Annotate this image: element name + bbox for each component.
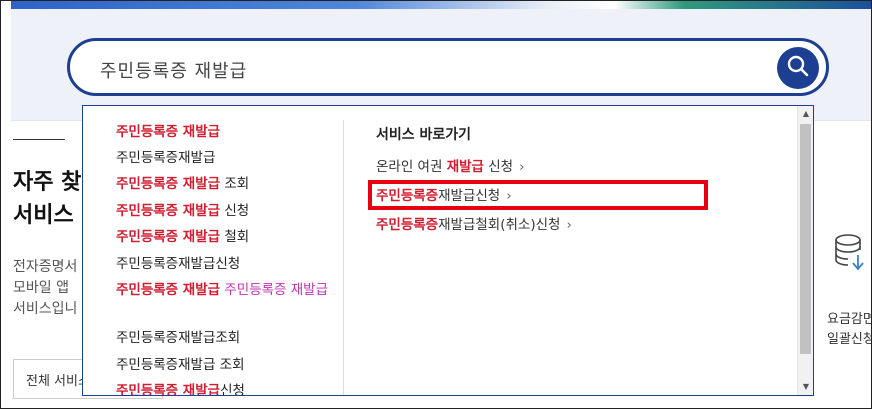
plain-text: 주민등록증재발급신청: [116, 256, 241, 272]
plain-text: 철회: [220, 229, 250, 245]
section-description: 전자증명서 모바일 앱 서비스입니: [13, 257, 81, 320]
highlight-text: 주민등록증 재발급: [116, 203, 221, 219]
related-text: 주민등록증 재발급: [220, 282, 329, 298]
suggestion-item[interactable]: 주민등록증 재발급: [116, 122, 341, 143]
plain-text: 신청: [483, 159, 514, 175]
database-download-icon: [833, 233, 867, 277]
chevron-right-icon: ›: [566, 217, 572, 233]
description-line: 모바일 앱: [13, 280, 69, 296]
highlight-text: 주민등록증: [376, 217, 439, 233]
autocomplete-dropdown: 주민등록증 재발급 주민등록증재발급 주민등록증 재발급 조회 주민등록증 재발…: [82, 105, 814, 396]
suggestion-item[interactable]: 주민등록증 재발급 조회: [116, 174, 341, 195]
heading-line: 자주 찾: [13, 170, 81, 195]
plain-text: 신청: [220, 383, 245, 396]
scrollbar-thumb[interactable]: [800, 124, 811, 354]
column-divider: [343, 120, 344, 395]
plain-text: 신청: [220, 203, 250, 219]
suggestion-item[interactable]: 주민등록증재발급 조회: [116, 355, 341, 376]
highlight-text: 주민등록증 재발급: [116, 383, 221, 396]
search-bar[interactable]: 주민등록증 재발급: [67, 38, 829, 96]
highlight-text: 주민등록증 재발급: [116, 229, 221, 245]
suggestion-item[interactable]: 주민등록증 재발급 철회: [116, 227, 341, 248]
plain-text: 조회: [220, 176, 250, 192]
scroll-up-icon[interactable]: ▲: [798, 106, 813, 122]
card-label-line: 일괄신청: [827, 332, 872, 347]
description-line: 서비스입니: [13, 301, 78, 317]
search-icon: [786, 54, 810, 82]
frequent-services-heading: 자주 찾 서비스: [13, 166, 81, 232]
dropdown-scrollbar[interactable]: ▲ ▼: [797, 106, 813, 395]
search-input[interactable]: 주민등록증 재발급: [100, 57, 247, 83]
highlight-text: 주민등록증 재발급: [116, 282, 221, 298]
plain-text: 주민등록증재발급조회: [116, 330, 241, 346]
description-line: 전자증명서: [13, 259, 78, 275]
plain-text: 온라인 여권: [376, 159, 447, 175]
service-link[interactable]: 온라인 여권 재발급 신청 ›: [376, 155, 525, 175]
suggestion-item[interactable]: 주민등록증 재발급신청: [116, 381, 341, 396]
suggestion-item[interactable]: 주민등록증재발급조회: [116, 328, 341, 349]
search-button[interactable]: [777, 47, 819, 89]
plain-text: 주민등록증재발급: [116, 150, 216, 166]
hero-banner-strip: [11, 1, 871, 9]
chevron-right-icon: ›: [519, 159, 525, 175]
page-frame: 주민등록증 재발급 자주 찾 서비스 전자증명서 모바일 앱 서비스입니 전체 …: [0, 0, 872, 409]
card-label-line: 요금감면: [827, 312, 872, 327]
highlight-text: 주민등록증 재발급: [116, 124, 221, 140]
heading-line: 서비스: [13, 203, 74, 228]
highlight-text: 주민등록증 재발급: [116, 176, 221, 192]
highlight-text: 재발급: [446, 159, 484, 175]
highlight-annotation-box: [368, 180, 708, 210]
scroll-down-icon[interactable]: ▼: [798, 379, 813, 395]
section-rule: [13, 139, 65, 140]
suggestion-list: 주민등록증 재발급 주민등록증재발급 주민등록증 재발급 조회 주민등록증 재발…: [83, 106, 343, 395]
plain-text: 주민등록증재발급 조회: [116, 357, 245, 373]
service-card-label: 요금감면 일괄신청: [827, 310, 872, 350]
suggestion-item[interactable]: 주민등록증 재발급 신청: [116, 201, 341, 222]
suggestion-item[interactable]: 주민등록증재발급신청: [116, 254, 341, 275]
plain-text: 재발급철회(취소)신청: [438, 217, 561, 233]
suggestion-item[interactable]: 주민등록증 재발급 주민등록증 재발급: [116, 280, 341, 301]
service-link[interactable]: 주민등록증재발급철회(취소)신청 ›: [376, 213, 572, 233]
quick-services-title: 서비스 바로가기: [376, 127, 472, 143]
suggestion-item[interactable]: 주민등록증재발급: [116, 148, 341, 169]
